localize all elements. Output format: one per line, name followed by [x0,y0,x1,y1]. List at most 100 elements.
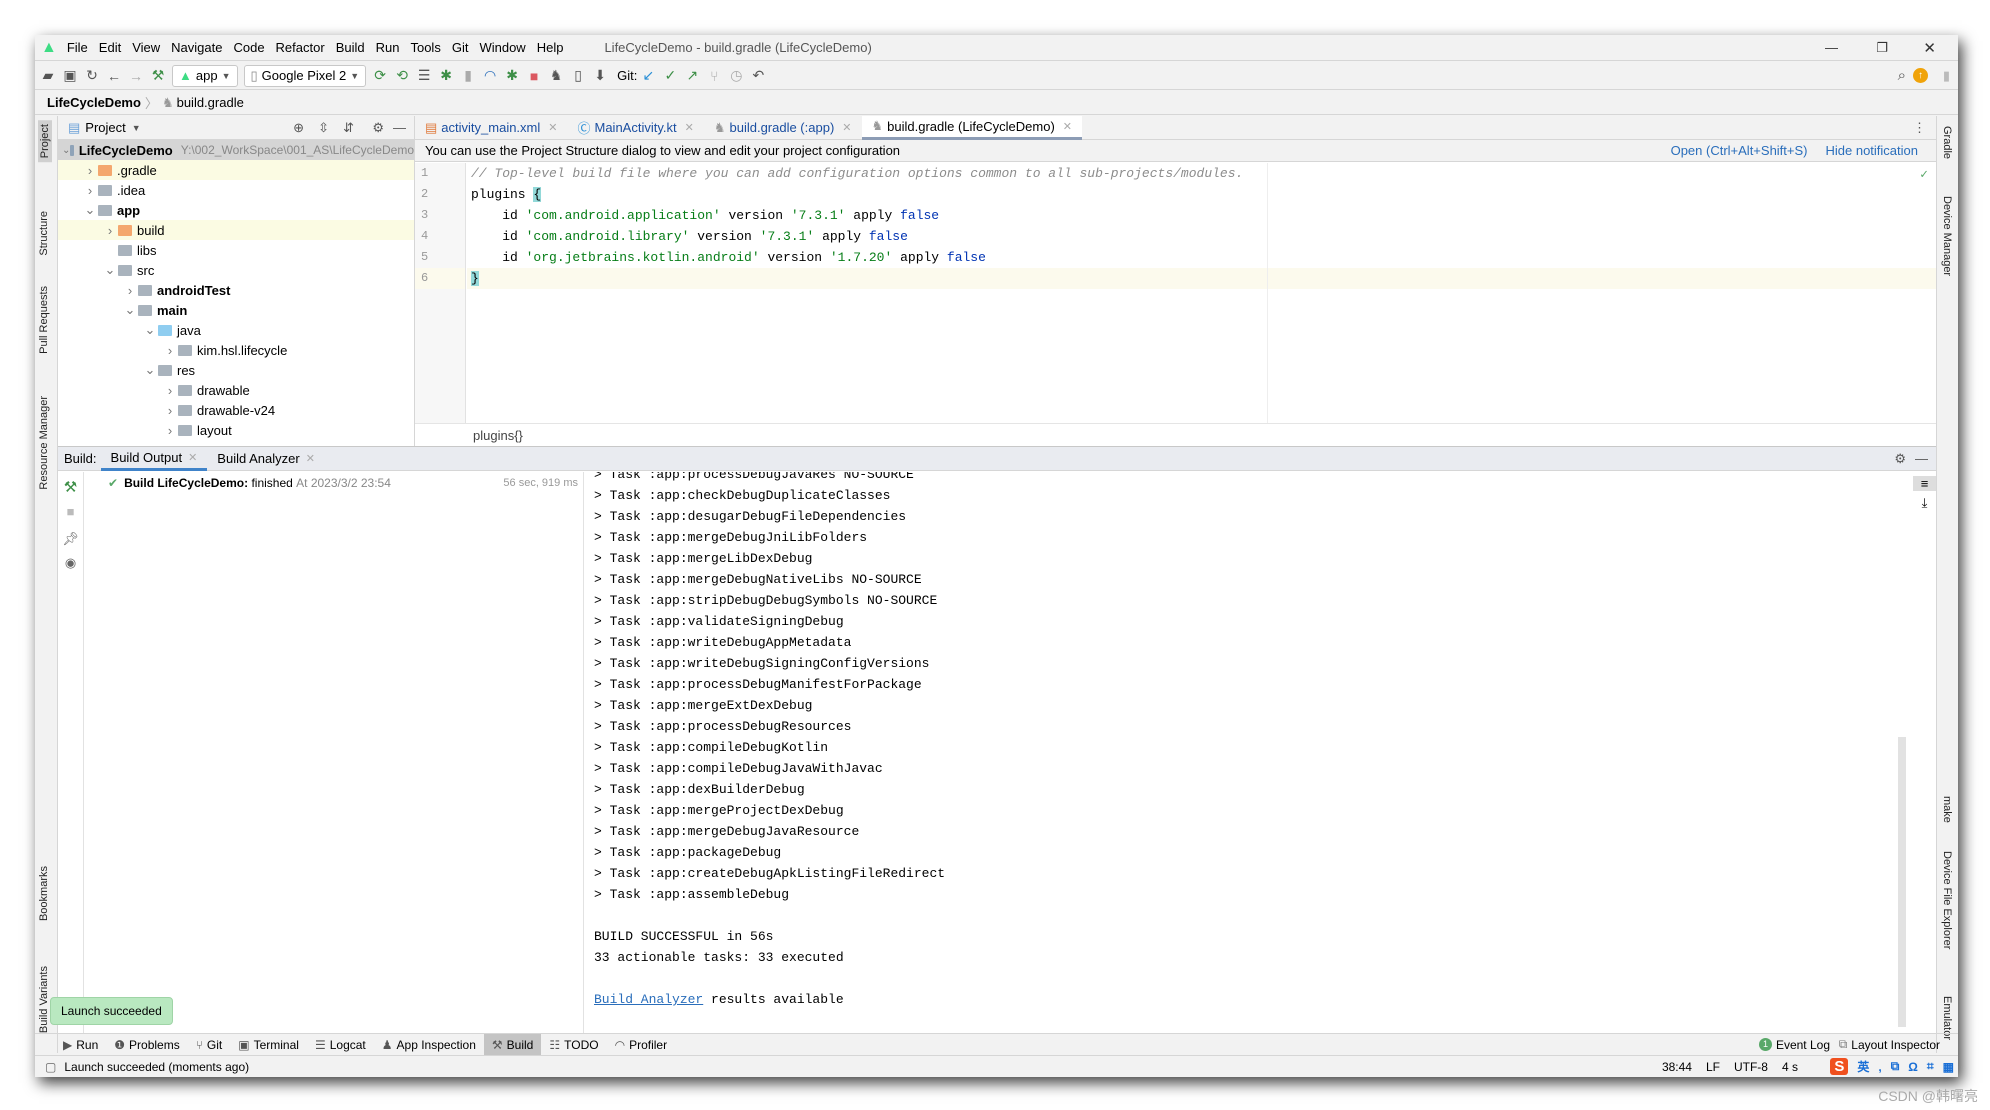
tree-item[interactable]: ⌄ src [58,260,414,280]
menu-git[interactable]: Git [452,40,469,55]
indent-setting[interactable]: 4 s [1782,1060,1798,1074]
layout-inspector-button[interactable]: ⧉ Layout Inspector [1831,1034,1948,1056]
close-tab-icon[interactable]: ✕ [842,121,851,134]
menu-run[interactable]: Run [376,40,400,55]
attach-debugger-icon[interactable]: ✱ [501,67,523,84]
tree-item[interactable]: ⌄ app [58,200,414,220]
gear-icon[interactable]: ⚙ [372,120,384,136]
coverage-icon[interactable]: ▮ [457,67,479,84]
chevron-right-icon[interactable]: › [162,343,178,358]
tool-window-run[interactable]: ▶ Run [55,1034,106,1056]
tree-item[interactable]: › layout [58,420,414,440]
tree-item[interactable]: › .idea [58,180,414,200]
close-tab-icon[interactable]: ✕ [548,121,557,134]
stop-icon[interactable]: ■ [58,504,83,519]
hide-panel-icon[interactable]: — [1915,451,1928,466]
locate-icon[interactable]: ⊕ [293,120,304,136]
menu-code[interactable]: Code [233,40,264,55]
close-tab-icon[interactable]: ✕ [685,121,694,134]
breadcrumb-file[interactable]: build.gradle [177,95,244,110]
tab-mainactivity-kt[interactable]: Ⓒ MainActivity.kt ✕ [567,116,703,140]
stripe-project[interactable]: Project [38,120,52,163]
expand-all-icon[interactable]: ⇳ [318,120,329,136]
rebuild-icon[interactable]: ⚒ [58,478,83,496]
sync-icon[interactable]: ↻ [81,67,103,84]
chevron-down-icon[interactable]: ⌄ [142,362,158,378]
chevron-right-icon[interactable]: › [162,423,178,438]
menu-file[interactable]: File [67,40,88,55]
soft-wrap-icon[interactable]: ≡ [1913,476,1936,491]
tree-item[interactable]: › build [58,220,414,240]
stripe-make[interactable]: make [1941,796,1953,823]
debug-icon[interactable]: ✱ [435,67,457,84]
chevron-right-icon[interactable]: › [82,163,98,178]
stripe-resource-manager[interactable]: Resource Manager [38,396,50,490]
tree-item[interactable]: › kim.hsl.lifecycle [58,340,414,360]
inspection-ok-icon[interactable]: ✓ [1920,167,1928,182]
chevron-right-icon[interactable]: › [162,383,178,398]
chevron-down-icon[interactable]: ⌄ [82,202,98,218]
tool-window-app-inspection[interactable]: ♟ App Inspection [374,1034,484,1056]
code-area[interactable]: // Top-level build file where you can ad… [467,163,1936,423]
tree-item[interactable]: libs [58,240,414,260]
device-select[interactable]: ▯ Google Pixel 2 ▼ [243,64,367,87]
tool-window-todo[interactable]: ☷ TODO [541,1034,606,1056]
run-config-select[interactable]: ▲ app ▼ [172,64,238,87]
close-tab-icon[interactable]: ✕ [1063,120,1072,133]
menu-view[interactable]: View [132,40,160,55]
sdk-manager-icon[interactable]: ⬇ [589,67,611,84]
stripe-build-variants[interactable]: Build Variants [38,966,50,1033]
device-manager-icon[interactable]: ▯ [567,67,589,84]
tree-item[interactable]: ⌄ main [58,300,414,320]
ime-device-icon[interactable]: ⧉ [1891,1059,1900,1074]
stripe-device-file-explorer[interactable]: Device File Explorer [1941,851,1953,949]
tree-root[interactable]: ⌄ LifeCycleDemo Y:\002_WorkSpace\001_AS\… [58,140,414,160]
update-icon[interactable]: ↑ [1913,68,1928,83]
profile-icon[interactable]: ◠ [479,67,501,84]
tool-window-problems[interactable]: ❶ Problems [106,1034,187,1056]
tool-window-terminal[interactable]: ▣ Terminal [230,1034,307,1056]
menu-navigate[interactable]: Navigate [171,40,222,55]
file-encoding[interactable]: UTF-8 [1734,1060,1768,1074]
chevron-down-icon[interactable]: ⌄ [142,322,158,338]
tab-build-gradle-lifecycledemo-[interactable]: ♞ build.gradle (LifeCycleDemo) ✕ [861,115,1083,140]
stripe-device-manager[interactable]: Device Manager [1941,196,1953,276]
chevron-right-icon[interactable]: › [122,283,138,298]
tree-item[interactable]: ⌄ res [58,360,414,380]
menu-refactor[interactable]: Refactor [276,40,325,55]
chevron-right-icon[interactable]: › [162,403,178,418]
tree-item[interactable]: › .gradle [58,160,414,180]
build-console[interactable]: > Task :app:processDebugJavaRes NO-SOURC… [583,472,1913,1034]
gear-icon[interactable]: ⚙ [1894,451,1906,467]
stripe-bookmarks[interactable]: Bookmarks [38,866,50,921]
collapse-all-icon[interactable]: ⇵ [343,120,354,136]
tab-build-analyzer[interactable]: Build Analyzer ✕ [207,447,325,471]
project-view-select[interactable]: Project [85,120,125,135]
scroll-to-end-icon[interactable]: ⤓ [1913,495,1936,511]
menu-window[interactable]: Window [479,40,525,55]
tree-item[interactable]: ⌄ java [58,320,414,340]
ime-symbol-icon[interactable]: Ω [1908,1060,1918,1074]
git-rollback-icon[interactable]: ↶ [747,67,769,84]
tree-item[interactable]: › androidTest [58,280,414,300]
back-icon[interactable]: ← [103,68,125,84]
chevron-down-icon[interactable]: ⌄ [102,262,118,278]
git-branch-icon[interactable]: ⑂ [703,68,725,84]
git-commit-icon[interactable]: ✓ [659,67,681,84]
run-list-icon[interactable]: ☰ [413,67,435,84]
pin-icon[interactable]: 📌︎ [58,531,83,547]
search-icon[interactable]: ⌕ [1898,67,1906,84]
build-tree-item[interactable]: ✔ Build LifeCycleDemo: finished At 2023/… [108,476,578,490]
code-breadcrumb-item[interactable]: plugins{} [473,428,523,443]
menu-build[interactable]: Build [336,40,365,55]
tool-window-profiler[interactable]: ◠ Profiler [607,1034,676,1056]
eye-icon[interactable]: ◉ [58,555,83,571]
hide-notification-link[interactable]: Hide notification [1826,143,1919,158]
ime-grid-icon[interactable]: ▦ [1943,1060,1954,1074]
ime-mode[interactable]: 英 [1857,1058,1869,1075]
apply-changes-icon[interactable]: ⟳ [369,67,391,84]
hide-panel-icon[interactable]: — [393,120,406,135]
chevron-down-icon[interactable]: ⌄ [122,302,138,318]
stop-icon[interactable]: ■ [523,68,545,84]
tab-build-output[interactable]: Build Output ✕ [100,447,208,471]
